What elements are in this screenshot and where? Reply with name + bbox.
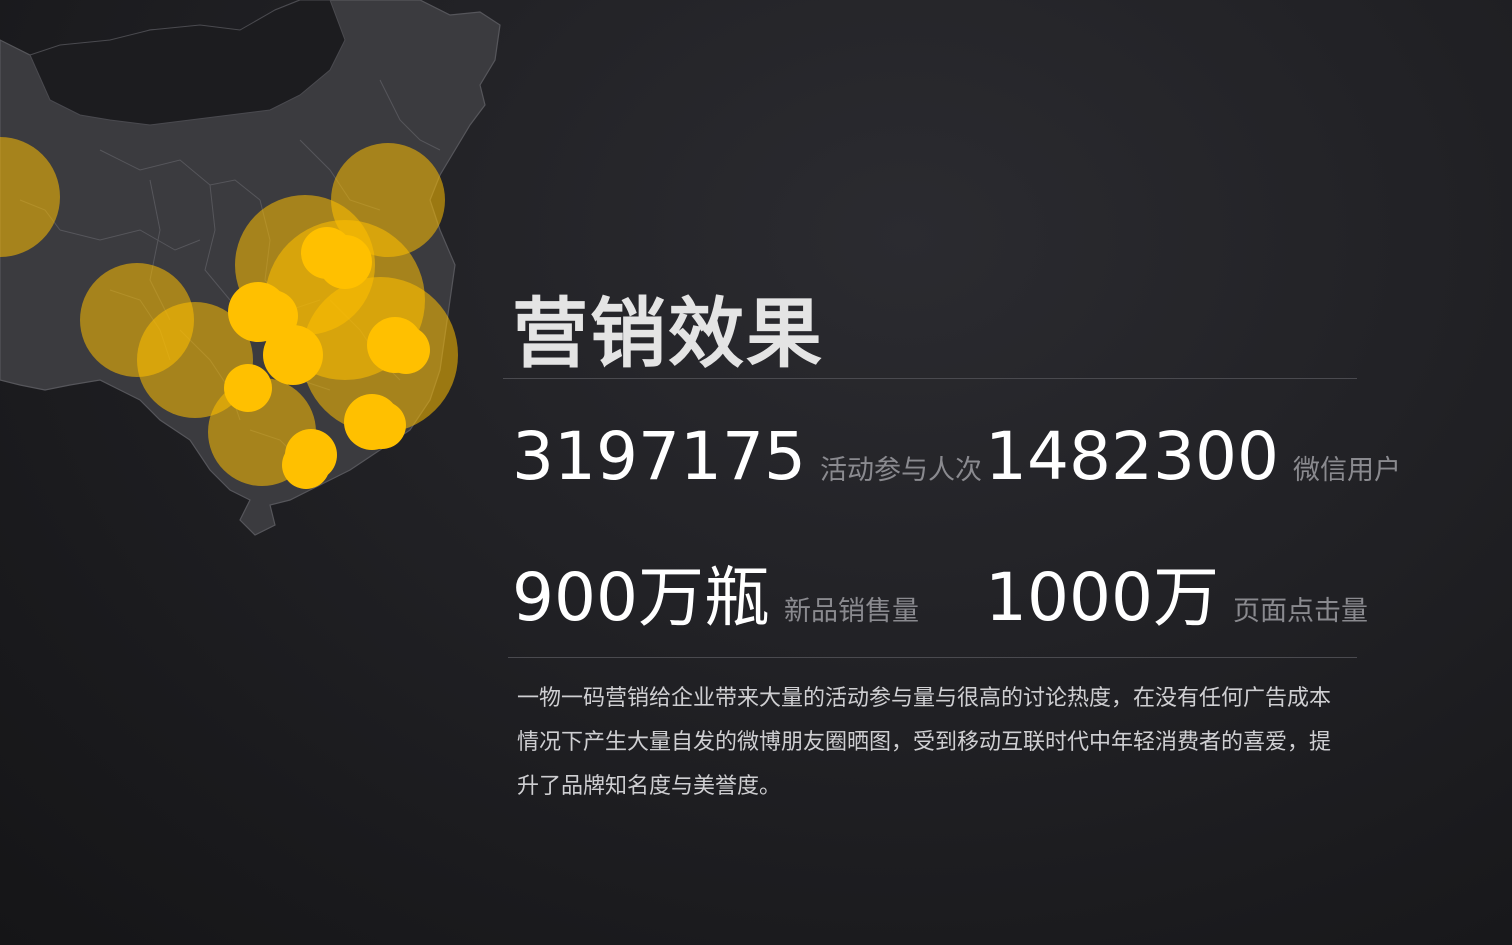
china-map-graphic <box>0 0 501 536</box>
stat-label: 微信用户 <box>1292 455 1401 485</box>
stat-new-product-sales: 900万瓶 新品销售量 <box>512 544 919 640</box>
divider-top <box>503 378 1357 379</box>
stat-label: 页面点击量 <box>1232 596 1368 626</box>
description-paragraph: 一物一码营销给企业带来大量的活动参与量与很高的讨论热度，在没有任何广告成本情况下… <box>517 685 1332 798</box>
stat-value: 900万瓶 <box>512 559 770 636</box>
stat-value: 3197175 <box>512 418 806 495</box>
stat-wechat-users: 1482300 微信用户 <box>985 418 1401 495</box>
stat-label: 活动参与人次 <box>819 455 982 485</box>
stat-value: 1482300 <box>985 418 1279 495</box>
stat-participants: 3197175 活动参与人次 <box>512 418 982 495</box>
divider-bottom <box>508 657 1357 658</box>
stat-page-clicks: 1000万 页面点击量 <box>985 544 1368 640</box>
page-title: 营销效果 <box>512 292 824 377</box>
stat-value: 1000万 <box>985 559 1219 636</box>
stat-label: 新品销售量 <box>783 596 919 626</box>
